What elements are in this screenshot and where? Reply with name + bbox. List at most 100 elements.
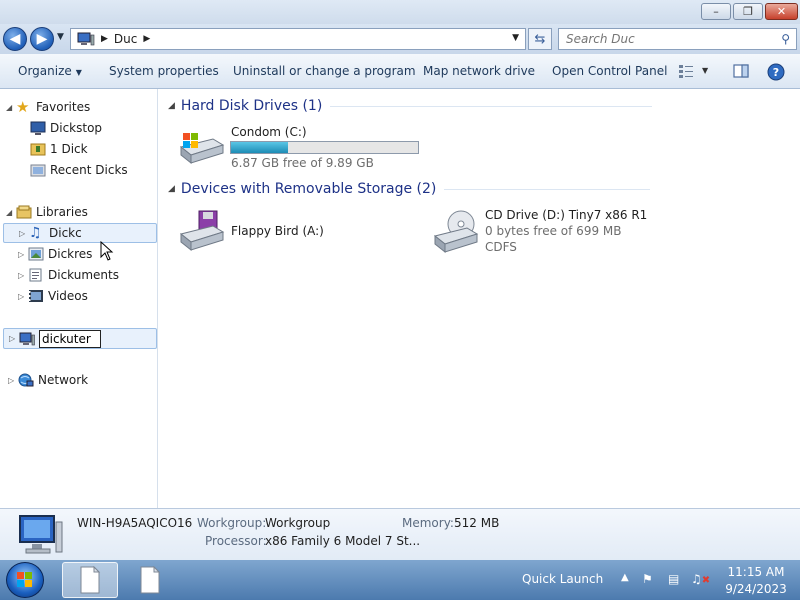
- nav-item-videos[interactable]: ▷ Videos: [18, 286, 88, 306]
- volume-muted-icon[interactable]: ♫✖: [691, 572, 710, 586]
- drive-free-space: 6.87 GB free of 9.89 GB: [231, 156, 374, 170]
- nav-item-dickc[interactable]: ▷ ♫ Dickc: [3, 223, 157, 243]
- network-status-icon[interactable]: ▤: [668, 572, 679, 586]
- system-clock[interactable]: 11:15 AM 9/24/2023: [716, 564, 796, 598]
- collapsed-triangle-icon[interactable]: ▷: [18, 250, 28, 259]
- nav-favorites[interactable]: ◢ ★ Favorites: [6, 97, 90, 117]
- collapsed-triangle-icon[interactable]: ▷: [9, 334, 19, 343]
- videos-icon: [29, 290, 43, 302]
- downloads-folder-icon: [30, 143, 46, 156]
- collapsed-triangle-icon[interactable]: ▷: [18, 292, 28, 301]
- content-area: ◢ Hard Disk Drives (1) Condom (C:) 6.87 …: [159, 89, 800, 508]
- taskbar-explorer-button[interactable]: [62, 562, 118, 598]
- document-icon: [80, 566, 101, 594]
- navigation-pane: ◢ ★ Favorites Dickstop 1 Dick Recent Dic…: [0, 89, 158, 508]
- collapsed-triangle-icon[interactable]: ▷: [19, 229, 29, 238]
- collapsed-triangle-icon[interactable]: ▷: [8, 376, 18, 385]
- taskbar-app-button[interactable]: [122, 562, 178, 598]
- recent-places-icon: [30, 164, 46, 177]
- start-button[interactable]: [6, 562, 44, 598]
- action-center-flag-icon[interactable]: ⚑: [642, 572, 653, 586]
- nav-libraries-label: Libraries: [36, 205, 88, 219]
- address-bar[interactable]: ▶ Duc ▶ ▼: [70, 28, 526, 50]
- help-icon: ?: [767, 63, 785, 81]
- computer-icon: [77, 32, 95, 46]
- nav-network[interactable]: ▷ Network: [8, 370, 88, 390]
- breadcrumb-separator-icon[interactable]: ▶: [101, 34, 108, 44]
- preview-pane-button[interactable]: [733, 63, 749, 82]
- nav-item-dickstop[interactable]: Dickstop: [30, 118, 102, 138]
- quick-launch-toolbar[interactable]: Quick Launch: [522, 572, 603, 586]
- system-properties-button[interactable]: System properties: [109, 64, 219, 78]
- group-header-label: Devices with Removable Storage (2): [180, 181, 437, 197]
- drive-usage-bar-fill: [231, 142, 289, 153]
- expand-triangle-icon[interactable]: ◢: [6, 208, 16, 217]
- open-control-panel-button[interactable]: Open Control Panel: [552, 64, 667, 78]
- group-divider: [444, 188, 651, 190]
- nav-network-label: Network: [38, 373, 89, 387]
- nav-item-label: Videos: [48, 289, 88, 303]
- drive-a[interactable]: Flappy Bird (A:): [159, 204, 409, 254]
- star-icon: ★: [16, 98, 30, 116]
- drive-name: CD Drive (D:) Tiny7 x86 R1: [485, 208, 648, 222]
- back-arrow-icon: ◀: [9, 31, 21, 47]
- maximize-button[interactable]: ❐: [733, 3, 763, 20]
- documents-icon: [29, 268, 42, 282]
- nav-libraries[interactable]: ◢ Libraries: [6, 202, 88, 222]
- nav-item-recent-dicks[interactable]: Recent Dicks: [30, 160, 128, 180]
- collapsed-triangle-icon[interactable]: ▷: [18, 271, 28, 280]
- taskbar: Quick Launch ▲ ⚑ ▤ ♫✖ 11:15 AM 9/24/2023: [0, 560, 800, 600]
- nav-item-dickres[interactable]: ▷ Dickres: [18, 244, 92, 264]
- music-note-icon: ♫: [29, 225, 42, 241]
- help-button[interactable]: ?: [767, 63, 785, 84]
- group-header-removable-storage[interactable]: ◢ Devices with Removable Storage (2): [168, 181, 651, 197]
- nav-computer[interactable]: ▷: [3, 328, 157, 349]
- collapse-triangle-icon[interactable]: ◢: [168, 101, 175, 111]
- group-header-hard-disk-drives[interactable]: ◢ Hard Disk Drives (1): [168, 98, 653, 114]
- nav-item-dickuments[interactable]: ▷ Dickuments: [18, 265, 119, 285]
- show-hidden-icons-icon[interactable]: ▲: [621, 572, 629, 583]
- nav-item-label: Recent Dicks: [50, 163, 128, 177]
- workgroup-value: Workgroup: [265, 516, 331, 530]
- address-dropdown-icon[interactable]: ▼: [512, 33, 519, 43]
- forward-button[interactable]: ▶: [30, 27, 54, 51]
- breadcrumb-current[interactable]: Duc: [114, 32, 137, 46]
- back-button[interactable]: ◀: [3, 27, 27, 51]
- pictures-icon: [28, 247, 44, 261]
- search-box[interactable]: ⚲: [558, 28, 797, 50]
- processor-label: Processor:: [205, 534, 267, 548]
- details-pane: WIN-H9A5AQICO16 Workgroup: Workgroup Mem…: [0, 508, 800, 560]
- nav-favorites-label: Favorites: [36, 100, 91, 114]
- refresh-icon: ⇆: [534, 31, 546, 47]
- floppy-drive-icon: [179, 210, 225, 252]
- preview-pane-icon: [733, 64, 749, 78]
- computer-icon: [19, 515, 63, 554]
- search-icon[interactable]: ⚲: [781, 32, 790, 46]
- memory-label: Memory:: [402, 516, 454, 530]
- drive-d[interactable]: CD Drive (D:) Tiny7 x86 R1 0 bytes free …: [429, 204, 689, 264]
- map-network-drive-button[interactable]: Map network drive: [423, 64, 535, 78]
- search-input[interactable]: [559, 29, 769, 49]
- nav-item-label: Dickres: [48, 247, 93, 261]
- expand-triangle-icon[interactable]: ◢: [6, 103, 16, 112]
- rename-input[interactable]: [39, 329, 101, 348]
- drive-c[interactable]: Condom (C:) 6.87 GB free of 9.89 GB: [159, 119, 429, 170]
- nav-item-1-dick[interactable]: 1 Dick: [30, 139, 88, 159]
- drive-name: Flappy Bird (A:): [231, 224, 324, 238]
- minimize-button[interactable]: –: [701, 3, 731, 20]
- organize-button[interactable]: Organize ▼: [18, 64, 82, 78]
- recent-pages-dropdown[interactable]: ▼: [57, 32, 64, 42]
- refresh-button[interactable]: ⇆: [528, 28, 552, 50]
- svg-text:?: ?: [773, 66, 779, 79]
- uninstall-program-button[interactable]: Uninstall or change a program: [233, 64, 416, 78]
- view-options-dropdown[interactable]: ▼: [702, 66, 708, 75]
- change-view-button[interactable]: [678, 63, 694, 82]
- clock-date: 9/24/2023: [725, 582, 787, 596]
- breadcrumb-separator-icon[interactable]: ▶: [143, 34, 150, 44]
- nav-item-label: Dickc: [49, 226, 82, 240]
- drive-usage-bar: [230, 141, 419, 154]
- collapse-triangle-icon[interactable]: ◢: [168, 184, 175, 194]
- group-divider: [330, 105, 653, 107]
- chevron-down-icon: ▼: [75, 68, 82, 77]
- close-button[interactable]: ✕: [765, 3, 798, 20]
